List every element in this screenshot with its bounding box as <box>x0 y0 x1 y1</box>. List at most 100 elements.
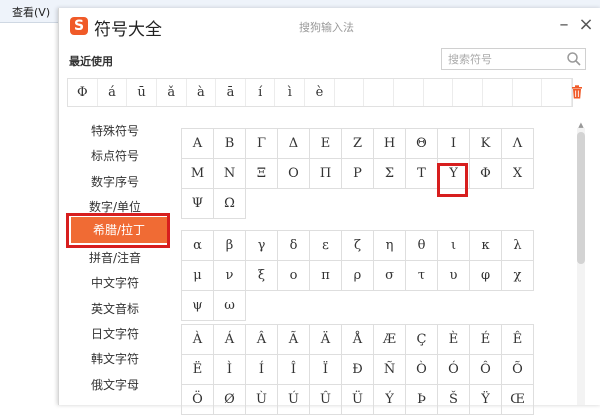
symbol-cell[interactable]: Ø <box>214 385 246 415</box>
symbol-cell[interactable]: Β <box>214 129 246 159</box>
search-box[interactable] <box>441 48 586 70</box>
symbol-cell[interactable]: β <box>214 231 246 261</box>
symbol-cell[interactable]: ζ <box>342 231 374 261</box>
symbol-cell[interactable]: ε <box>310 231 342 261</box>
symbol-cell[interactable]: Τ <box>406 159 438 189</box>
symbol-cell[interactable]: Ù <box>246 385 278 415</box>
symbol-cell[interactable]: π <box>310 261 342 291</box>
sidebar-item-3[interactable]: 数字/单位 <box>59 198 171 215</box>
symbol-cell[interactable]: τ <box>406 261 438 291</box>
recent-symbol[interactable] <box>424 79 454 106</box>
recent-symbol[interactable]: à <box>187 79 217 106</box>
recent-symbol[interactable] <box>453 79 483 106</box>
search-icon[interactable] <box>566 51 582 67</box>
trash-icon[interactable] <box>571 85 583 99</box>
symbol-cell[interactable]: Ν <box>214 159 246 189</box>
recent-symbol[interactable] <box>483 79 513 106</box>
symbol-cell[interactable]: Ψ <box>182 189 214 219</box>
symbol-cell[interactable]: Α <box>182 129 214 159</box>
minimize-button[interactable]: – <box>555 14 573 35</box>
symbol-cell[interactable]: φ <box>470 261 502 291</box>
symbol-cell[interactable]: Û <box>310 385 342 415</box>
symbol-cell[interactable]: Ê <box>502 325 534 355</box>
symbol-cell[interactable]: Σ <box>374 159 406 189</box>
recent-symbol[interactable]: í <box>246 79 276 106</box>
symbol-cell[interactable]: Ÿ <box>470 385 502 415</box>
symbol-cell[interactable]: Δ <box>278 129 310 159</box>
scrollbar-thumb[interactable] <box>577 132 585 264</box>
symbol-cell[interactable]: Ò <box>406 355 438 385</box>
symbol-cell[interactable]: Ü <box>342 385 374 415</box>
symbol-cell[interactable]: Í <box>246 355 278 385</box>
symbol-cell[interactable]: ξ <box>246 261 278 291</box>
symbol-cell[interactable]: Κ <box>470 129 502 159</box>
symbol-cell[interactable]: Θ <box>406 129 438 159</box>
close-button[interactable]: × <box>577 14 595 35</box>
menu-view[interactable]: 查看(V) <box>12 4 50 20</box>
symbol-cell[interactable]: Π <box>310 159 342 189</box>
symbol-cell[interactable]: υ <box>438 261 470 291</box>
symbol-cell[interactable]: Ι <box>438 129 470 159</box>
sidebar-item-8[interactable]: 日文字符 <box>59 325 171 342</box>
symbol-cell[interactable]: Þ <box>406 385 438 415</box>
symbol-cell[interactable]: Γ <box>246 129 278 159</box>
symbol-cell[interactable]: Υ <box>438 159 470 189</box>
symbol-cell[interactable]: Ï <box>310 355 342 385</box>
symbol-cell[interactable]: κ <box>470 231 502 261</box>
titlebar[interactable]: S 符号大全 搜狗输入法 – × <box>59 8 600 42</box>
sidebar-item-4[interactable]: 希腊/拉丁 <box>71 217 167 243</box>
symbol-cell[interactable]: Š <box>438 385 470 415</box>
sidebar-item-6[interactable]: 中文字符 <box>59 274 171 291</box>
recent-symbol[interactable]: ǎ <box>157 79 187 106</box>
sidebar-item-1[interactable]: 标点符号 <box>59 147 171 164</box>
symbol-cell[interactable]: δ <box>278 231 310 261</box>
symbol-cell[interactable]: Λ <box>502 129 534 159</box>
symbol-cell[interactable]: Õ <box>502 355 534 385</box>
symbol-cell[interactable]: Î <box>278 355 310 385</box>
recent-symbol[interactable] <box>542 79 572 106</box>
symbol-cell[interactable]: Φ <box>470 159 502 189</box>
symbol-cell[interactable]: Ð <box>342 355 374 385</box>
symbol-cell[interactable]: Œ <box>502 385 534 415</box>
symbol-cell[interactable]: É <box>470 325 502 355</box>
symbol-cell[interactable]: Ä <box>310 325 342 355</box>
symbol-cell[interactable]: ο <box>278 261 310 291</box>
symbol-cell[interactable]: Ý <box>374 385 406 415</box>
symbol-cell[interactable]: θ <box>406 231 438 261</box>
symbol-cell[interactable]: Ω <box>214 189 246 219</box>
symbol-cell[interactable]: ψ <box>182 291 214 321</box>
symbol-cell[interactable]: ι <box>438 231 470 261</box>
symbol-cell[interactable]: γ <box>246 231 278 261</box>
symbol-cell[interactable]: λ <box>502 231 534 261</box>
symbol-cell[interactable]: Μ <box>182 159 214 189</box>
symbol-cell[interactable]: α <box>182 231 214 261</box>
symbol-cell[interactable]: Ç <box>406 325 438 355</box>
symbol-cell[interactable]: χ <box>502 261 534 291</box>
symbol-cell[interactable]: Ρ <box>342 159 374 189</box>
symbol-cell[interactable]: Ξ <box>246 159 278 189</box>
recent-symbol[interactable] <box>394 79 424 106</box>
sidebar-item-10[interactable]: 俄文字母 <box>59 376 171 393</box>
symbol-cell[interactable]: Â <box>246 325 278 355</box>
symbol-cell[interactable]: ω <box>214 291 246 321</box>
symbol-cell[interactable]: À <box>182 325 214 355</box>
recent-symbol[interactable]: ì <box>275 79 306 106</box>
symbol-cell[interactable]: Ô <box>470 355 502 385</box>
symbol-cell[interactable]: ρ <box>342 261 374 291</box>
recent-symbol[interactable]: á <box>98 79 128 106</box>
sidebar-item-0[interactable]: 特殊符号 <box>59 122 171 139</box>
recent-symbol[interactable]: ā <box>216 79 246 106</box>
symbol-cell[interactable]: ν <box>214 261 246 291</box>
symbol-cell[interactable]: Ζ <box>342 129 374 159</box>
symbol-cell[interactable]: Å <box>342 325 374 355</box>
symbol-cell[interactable]: Ú <box>278 385 310 415</box>
symbol-cell[interactable]: μ <box>182 261 214 291</box>
sidebar-item-9[interactable]: 韩文字符 <box>59 350 171 367</box>
search-input[interactable] <box>442 49 574 69</box>
symbol-cell[interactable]: Ε <box>310 129 342 159</box>
sidebar-item-5[interactable]: 拼音/注音 <box>59 249 171 266</box>
symbol-cell[interactable]: Ì <box>214 355 246 385</box>
recent-symbol[interactable] <box>335 79 365 106</box>
symbol-cell[interactable]: σ <box>374 261 406 291</box>
symbol-cell[interactable]: Ñ <box>374 355 406 385</box>
